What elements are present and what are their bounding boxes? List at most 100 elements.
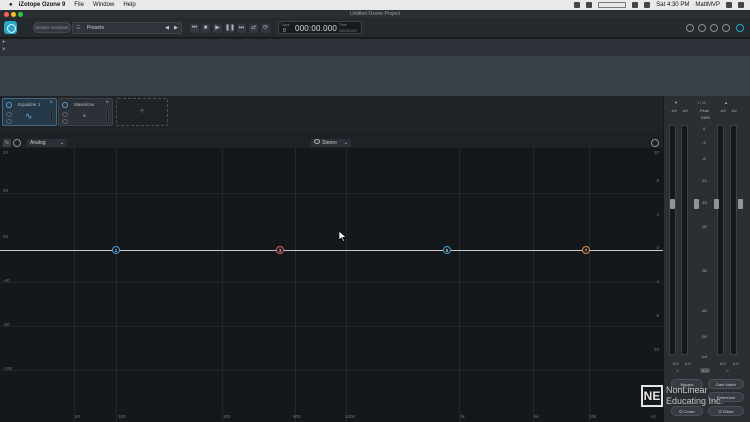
module-solo-icon[interactable] [6,112,12,117]
eq-node-7[interactable]: 7 [582,246,590,254]
input-right-meter [681,125,688,355]
menubar-status: Sat 4:30 PM MattMVP [574,0,744,10]
master-assistant-button[interactable]: Master Assistant [33,22,71,33]
presets-menu[interactable]: ☰ Presets ◀ ▶ [72,22,182,34]
watermark: NE NonLinear Educating Inc. [641,385,741,411]
help-icon[interactable] [722,24,730,32]
grid-line [0,326,663,327]
remove-track-button[interactable]: × [2,47,6,53]
module-solo-icon[interactable] [62,112,68,117]
shield-icon[interactable] [586,2,593,8]
eq-snapshot-icon[interactable] [651,139,659,147]
x-label: 6k [534,414,539,419]
module-maximizer[interactable]: Maximizer ◔ × [58,98,113,126]
menubar-user[interactable]: MattMVP [695,2,720,8]
fast-forward-button[interactable]: ⏭ [237,24,246,33]
grid-line [346,148,347,422]
ozone-logo-icon[interactable] [4,21,17,34]
menubar: ● iZotope Ozone 9 File Window Help Sat 4… [0,0,750,10]
minimize-window-button[interactable] [11,11,16,17]
scale-label: -3 [702,140,706,145]
eq-mode-select[interactable]: Analog ⌄ [27,139,67,147]
input-fader-right[interactable] [694,199,699,209]
wifi-icon[interactable] [632,2,639,8]
eq-graph[interactable]: 20 30 40 -40 -80 -100 20 8 4 0 -4 -8 20 … [0,148,663,422]
output-right-value: -inf [731,108,737,113]
preset-next-icon[interactable]: ▶ [174,23,178,34]
module-close-icon[interactable]: × [49,100,53,106]
preset-prev-icon[interactable]: ◀ [165,23,169,34]
link-input-icon[interactable]: ∞ [676,368,679,373]
y-label: 20 [3,150,9,155]
menubar-clock[interactable]: Sat 4:30 PM [656,2,689,8]
signal-chain-icon[interactable] [736,24,744,32]
grid-line [295,148,296,422]
status-icon[interactable] [574,2,581,8]
grid-line [222,148,223,422]
pause-button[interactable]: ❚❚ [225,24,235,33]
chevron-down-icon: ⌄ [343,140,348,146]
grid-line [116,148,117,422]
menu-list-icon[interactable] [738,2,744,8]
x-label: 50 [75,414,81,419]
output-meter-icon[interactable]: ▲ [724,100,728,105]
settings-icon[interactable] [710,24,718,32]
repeat-icon[interactable]: ⟳ [261,24,270,33]
input-fader[interactable] [670,199,675,209]
link-value[interactable]: 0.0 [700,368,710,373]
module-equalizer[interactable]: Equalizer 1 ∿ × [2,98,57,126]
apple-icon[interactable]: ● [9,2,13,8]
x-label: 100 [118,414,126,419]
input-meter-icon[interactable]: ▼ [674,100,678,105]
eq-globe-icon[interactable] [13,139,21,147]
loop-icon[interactable]: ⇄ [249,24,258,33]
scale-label: -10 [701,178,707,183]
menu-window[interactable]: Window [93,2,114,8]
module-bypass-icon[interactable] [6,119,12,124]
eq-node-3[interactable]: 3 [276,246,284,254]
status-field[interactable] [598,2,627,8]
y-right-label: -8 [654,313,659,318]
watermark-line1: NonLinear [666,385,708,395]
stop-button[interactable]: ■ [201,24,210,33]
add-module-button[interactable]: + [116,98,168,126]
input-left-gain[interactable]: 0.0 [673,361,679,366]
timeline-area[interactable]: + × [0,39,750,96]
link-output-icon[interactable]: ∞ [726,368,729,373]
output-fader-right[interactable] [738,199,743,209]
y-label: -100 [3,366,13,371]
module-power-icon[interactable] [62,102,68,108]
eq-node-5[interactable]: 5 [443,246,451,254]
gauge-icon: ◔ [81,111,87,121]
output-right-gain[interactable]: 0.0 [733,361,739,366]
grid-line [533,148,534,422]
track-label: Track [281,23,290,27]
menu-help[interactable]: Help [123,2,135,8]
undo-icon[interactable] [686,24,694,32]
search-icon[interactable] [726,2,732,8]
play-button[interactable]: ▶ [213,24,222,33]
menu-app-name[interactable]: iZotope Ozone 9 [19,2,66,8]
eq-tool-icon[interactable]: ∿ [3,139,11,147]
input-right-gain[interactable]: 0.0 [685,361,691,366]
rewind-button[interactable]: ⏮ [190,24,199,33]
close-window-button[interactable] [4,11,9,17]
output-left-gain[interactable]: 0.0 [720,361,726,366]
module-chain: Equalizer 1 ∿ × Maximizer ◔ × [0,96,663,132]
module-power-icon[interactable] [6,102,12,108]
menu-file[interactable]: File [74,2,84,8]
y-label: 30 [3,188,9,193]
add-track-button[interactable]: + [2,40,6,46]
output-left-meter [717,125,724,355]
module-close-icon[interactable]: × [105,100,109,106]
history-icon[interactable] [698,24,706,32]
module-bypass-icon[interactable] [62,119,68,124]
zoom-window-button[interactable] [18,11,23,17]
eq-node-1[interactable]: 1 [112,246,120,254]
output-fader[interactable] [714,199,719,209]
grid-line [0,370,663,371]
output-right-meter [730,125,737,355]
eq-channel-select[interactable]: Stereo ⌄ [311,139,351,147]
presets-label: Presets [87,25,104,31]
volume-icon[interactable] [644,2,651,8]
